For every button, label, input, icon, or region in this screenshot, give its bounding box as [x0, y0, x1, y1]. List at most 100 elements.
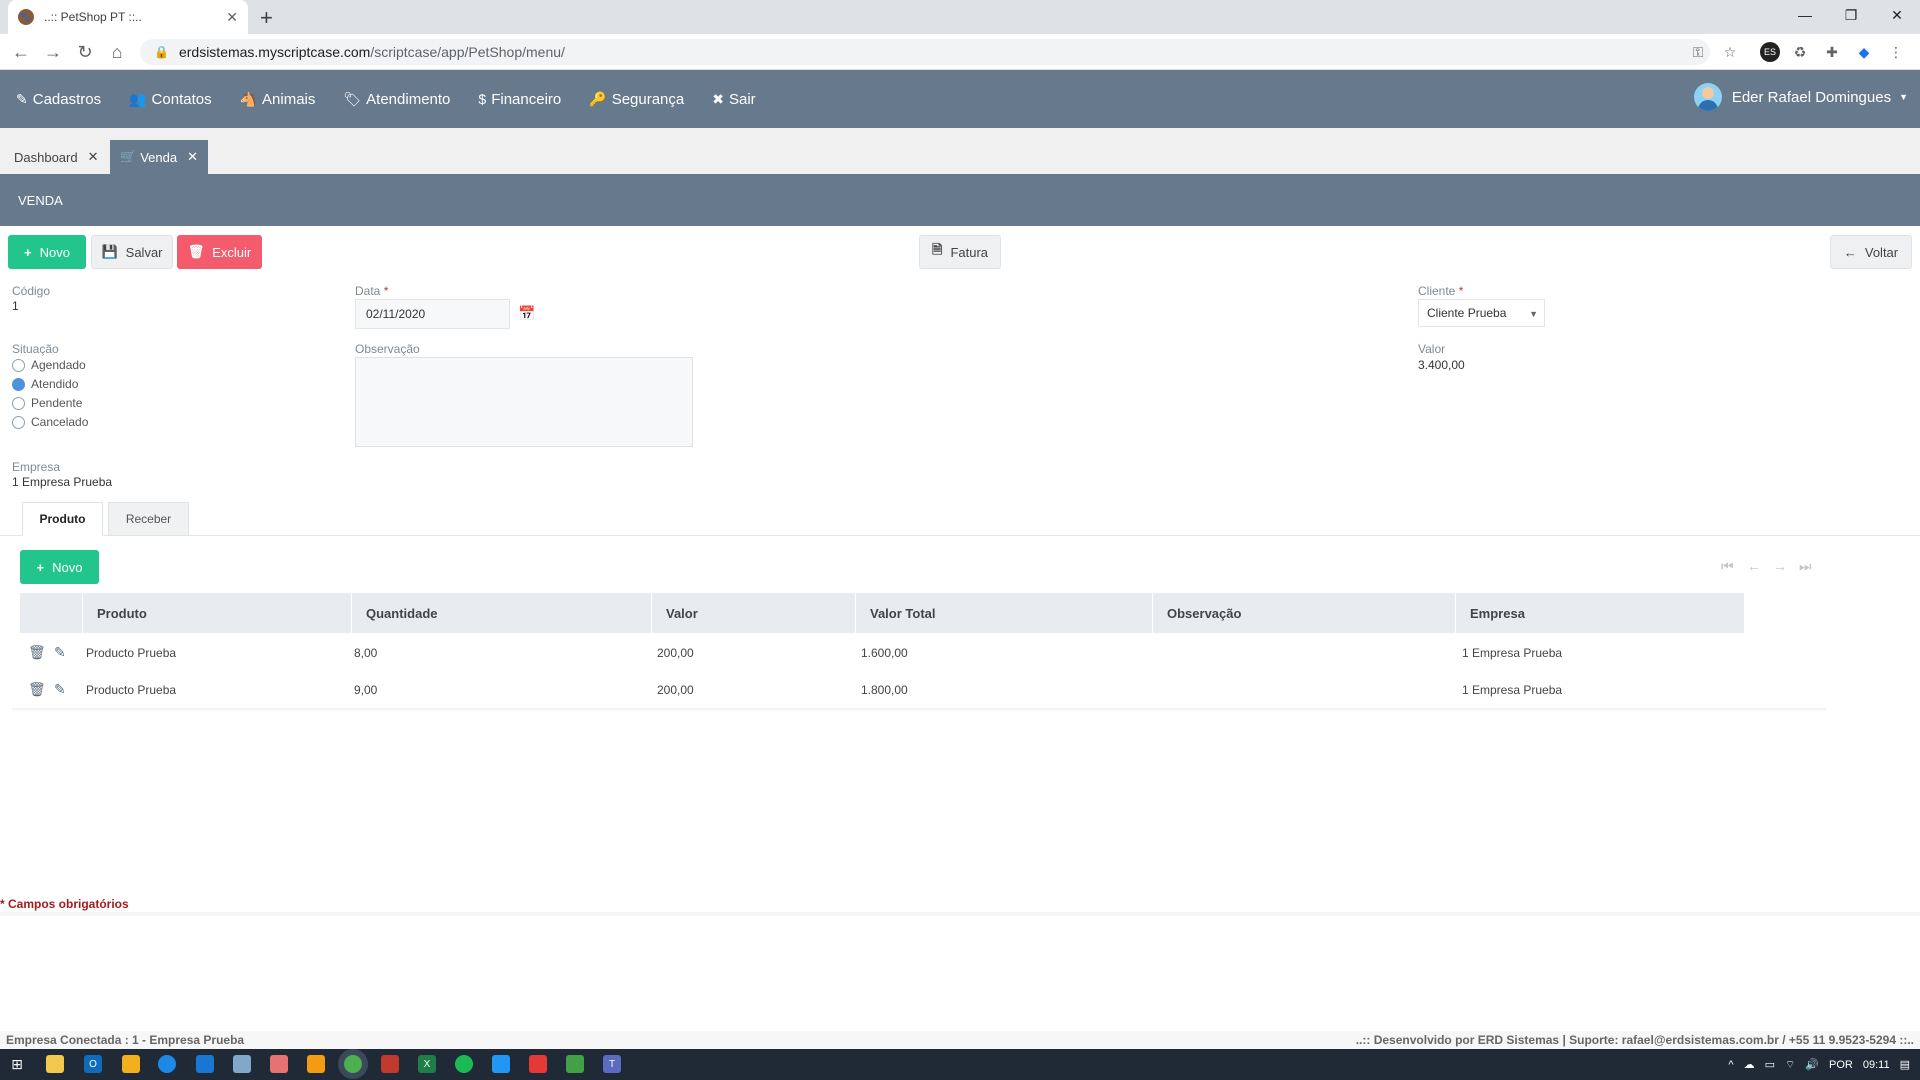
user-menu[interactable]: Eder Rafael Domingues ▼	[1693, 83, 1908, 111]
menu-item-animais[interactable]: 🐴 Animais	[240, 91, 316, 108]
tab-receber[interactable]: Receber	[108, 502, 189, 536]
folder-icon[interactable]	[122, 1055, 140, 1073]
mail-icon[interactable]	[196, 1055, 214, 1073]
fatura-button[interactable]: 🗎 Fatura	[919, 235, 1001, 269]
excluir-button[interactable]: 🗑 Excluir	[177, 235, 262, 269]
url-host: erdsistemas.myscriptcase.com	[178, 44, 371, 60]
close-icon[interactable]: ✕	[187, 149, 198, 165]
user-name: Eder Rafael Domingues	[1731, 88, 1892, 106]
app-icon[interactable]	[270, 1055, 288, 1073]
tab-venda[interactable]: 🛒 Venda ✕	[110, 140, 208, 174]
app-icon[interactable]	[492, 1055, 510, 1073]
tab-label: Venda	[140, 149, 178, 165]
column-header-valor[interactable]: Valor	[651, 593, 855, 633]
chrome-icon[interactable]	[344, 1055, 362, 1073]
edge-icon[interactable]	[158, 1055, 176, 1073]
situacao-option-pendente[interactable]: Pendente	[12, 396, 82, 410]
tab-dashboard[interactable]: Dashboard ✕	[8, 140, 107, 174]
bookmark-star-icon[interactable]: ☆	[1720, 42, 1740, 62]
menu-item-contatos[interactable]: 👥 Contatos	[129, 91, 211, 108]
column-header-observacao[interactable]: Observação	[1152, 593, 1455, 633]
excel-icon[interactable]: X	[418, 1055, 436, 1073]
extensions-puzzle-icon[interactable]: ✚	[1822, 42, 1842, 62]
situacao-option-atendido[interactable]: Atendido	[12, 377, 78, 391]
browser-tab[interactable]: 🐾 ..:: PetShop PT ::.. ✕	[8, 0, 248, 34]
menu-item-financeiro[interactable]: $ Financeiro	[478, 91, 561, 108]
radio-button[interactable]	[12, 396, 25, 410]
radio-button[interactable]	[12, 415, 25, 429]
extension-recycle-icon[interactable]: ♻	[1790, 42, 1810, 62]
novo-button[interactable]: + Novo	[8, 235, 86, 269]
teams-icon[interactable]: T	[603, 1055, 621, 1073]
extension-diamond-icon[interactable]: ◆	[1854, 42, 1874, 62]
app-icon[interactable]	[566, 1055, 584, 1073]
menu-item-atendimento[interactable]: 🏷 Atendimento	[343, 91, 450, 108]
voltar-button[interactable]: ← Voltar	[1830, 235, 1912, 269]
last-page-icon[interactable]: ⏭	[1799, 558, 1812, 575]
battery-icon[interactable]: ▭	[1765, 1058, 1775, 1071]
minimize-button[interactable]: —	[1782, 0, 1828, 30]
notepad-icon[interactable]	[233, 1055, 251, 1073]
extension-es-icon[interactable]: ES	[1760, 42, 1780, 62]
edit-icon[interactable]: ✎	[54, 681, 66, 698]
salvar-button[interactable]: 💾 Salvar	[91, 235, 173, 269]
trash-icon[interactable]: 🗑	[28, 681, 46, 698]
situacao-option-agendado[interactable]: Agendado	[12, 358, 86, 372]
app-icon[interactable]	[529, 1055, 547, 1073]
outlook-icon[interactable]: O	[84, 1055, 102, 1073]
back-arrow-icon[interactable]: ←	[10, 41, 32, 63]
volume-icon[interactable]: 🔊	[1805, 1058, 1819, 1071]
tags-icon: 🏷	[343, 90, 362, 107]
cliente-select[interactable]: Cliente Prueba ▼	[1418, 299, 1545, 327]
cloud-icon[interactable]: ☁	[1744, 1058, 1755, 1071]
menu-item-sair[interactable]: ✖ Sair	[712, 91, 755, 108]
trash-icon[interactable]: 🗑	[28, 644, 46, 661]
new-tab-button[interactable]: +	[260, 5, 273, 31]
spotify-icon[interactable]	[455, 1055, 473, 1073]
wifi-icon[interactable]: ⌔	[1785, 1058, 1795, 1072]
codigo-value: 1	[12, 299, 19, 313]
windows-start-icon[interactable]: ⊞	[8, 1055, 26, 1073]
column-header-empresa[interactable]: Empresa	[1455, 593, 1744, 633]
edit-icon[interactable]: ✎	[54, 644, 66, 661]
menu-item-seguranca[interactable]: 🔑 Segurança	[589, 91, 684, 108]
situacao-option-cancelado[interactable]: Cancelado	[12, 415, 88, 429]
forward-arrow-icon[interactable]: →	[42, 41, 64, 63]
grid-novo-button[interactable]: + Novo	[20, 550, 99, 584]
cell-valor: 200,00	[657, 645, 694, 660]
home-icon[interactable]: ⌂	[106, 41, 128, 63]
menu-item-cadastros[interactable]: ✎ Cadastros	[16, 91, 101, 108]
maximize-button[interactable]: ❐	[1828, 0, 1874, 30]
radio-button[interactable]	[12, 358, 25, 372]
column-header-quantidade[interactable]: Quantidade	[351, 593, 651, 633]
reload-icon[interactable]: ↻	[74, 41, 96, 63]
observacao-textarea[interactable]	[355, 357, 693, 447]
calendar-icon[interactable]: 📅	[518, 305, 535, 322]
chevron-up-icon[interactable]: ^	[1728, 1059, 1733, 1071]
column-header-valor-total[interactable]: Valor Total	[855, 593, 1152, 633]
table-row: 🗑 ✎ Producto Prueba 9,00 200,00 1.800,00…	[20, 671, 1744, 708]
sublime-icon[interactable]	[307, 1055, 325, 1073]
key-icon[interactable]: ⚿	[1688, 42, 1708, 62]
prev-page-icon[interactable]: ←	[1747, 558, 1761, 574]
dollar-icon: $	[478, 91, 487, 107]
browser-menu-icon[interactable]: ⋮	[1886, 42, 1906, 62]
close-tab-icon[interactable]: ✕	[226, 9, 238, 26]
column-header-produto[interactable]: Produto	[82, 593, 351, 633]
app-icon[interactable]	[381, 1055, 399, 1073]
cell-empresa: 1 Empresa Prueba	[1462, 645, 1563, 660]
radio-button-selected[interactable]	[12, 377, 25, 391]
close-window-button[interactable]: ✕	[1874, 0, 1920, 30]
clock[interactable]: 09:11	[1863, 1059, 1890, 1071]
first-page-icon[interactable]: ⏮	[1721, 558, 1734, 575]
address-bar[interactable]: 🔒 erdsistemas.myscriptcase.com /scriptca…	[140, 39, 1710, 65]
plus-icon: +	[24, 244, 32, 260]
notifications-icon[interactable]: ▤	[1900, 1058, 1910, 1071]
next-page-icon[interactable]: →	[1773, 558, 1787, 574]
menu-item-label: Financeiro	[491, 90, 562, 108]
data-field[interactable]: 02/11/2020	[355, 299, 510, 329]
file-explorer-icon[interactable]	[46, 1055, 64, 1073]
language-indicator[interactable]: POR	[1829, 1059, 1853, 1071]
close-icon[interactable]: ✕	[88, 149, 99, 165]
tab-produto[interactable]: Produto	[22, 502, 103, 536]
